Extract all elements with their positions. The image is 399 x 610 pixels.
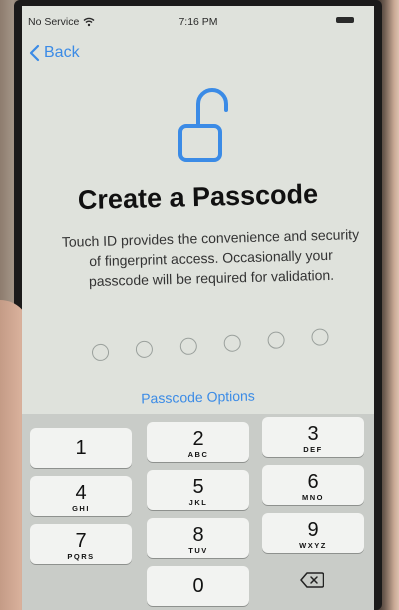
key-5[interactable]: 5 JKL xyxy=(147,470,249,510)
passcode-dots xyxy=(91,328,336,369)
key-1[interactable]: 1 xyxy=(30,428,132,468)
unlocked-padlock-icon xyxy=(178,88,228,162)
phone-screen: No Service 7:16 PM Back Create a Passcod… xyxy=(22,6,374,610)
status-time: 7:16 PM xyxy=(178,16,218,28)
passcode-dot xyxy=(179,337,198,356)
key-4[interactable]: 4 GHI xyxy=(30,476,132,516)
key-9[interactable]: 9 WXYZ xyxy=(262,513,364,553)
passcode-options-link[interactable]: Passcode Options xyxy=(22,384,374,409)
status-bar: No Service 7:16 PM xyxy=(22,14,374,30)
passcode-dot xyxy=(223,334,242,353)
passcode-dot xyxy=(310,328,330,347)
delete-button[interactable] xyxy=(262,560,364,600)
back-label: Back xyxy=(44,44,80,61)
numeric-keypad: 1 2 ABC 3 DEF 4 GHI 5 JKL 6 MNO 7 PQRS 8… xyxy=(22,414,374,610)
passcode-dot xyxy=(135,340,154,359)
key-6[interactable]: 6 MNO xyxy=(262,465,364,505)
passcode-dot xyxy=(267,331,286,350)
passcode-dot xyxy=(91,343,110,362)
key-2[interactable]: 2 ABC xyxy=(147,422,249,462)
chevron-left-icon xyxy=(29,44,40,62)
page-title: Create a Passcode xyxy=(77,178,319,216)
battery-icon xyxy=(336,17,354,23)
key-7[interactable]: 7 PQRS xyxy=(30,524,132,564)
back-button[interactable]: Back xyxy=(28,44,80,62)
key-3[interactable]: 3 DEF xyxy=(262,417,364,457)
delete-backspace-icon xyxy=(300,572,324,588)
key-8[interactable]: 8 TUV xyxy=(147,518,249,558)
description-text: Touch ID provides the convenience and se… xyxy=(61,226,360,290)
key-0[interactable]: 0 xyxy=(147,566,249,606)
